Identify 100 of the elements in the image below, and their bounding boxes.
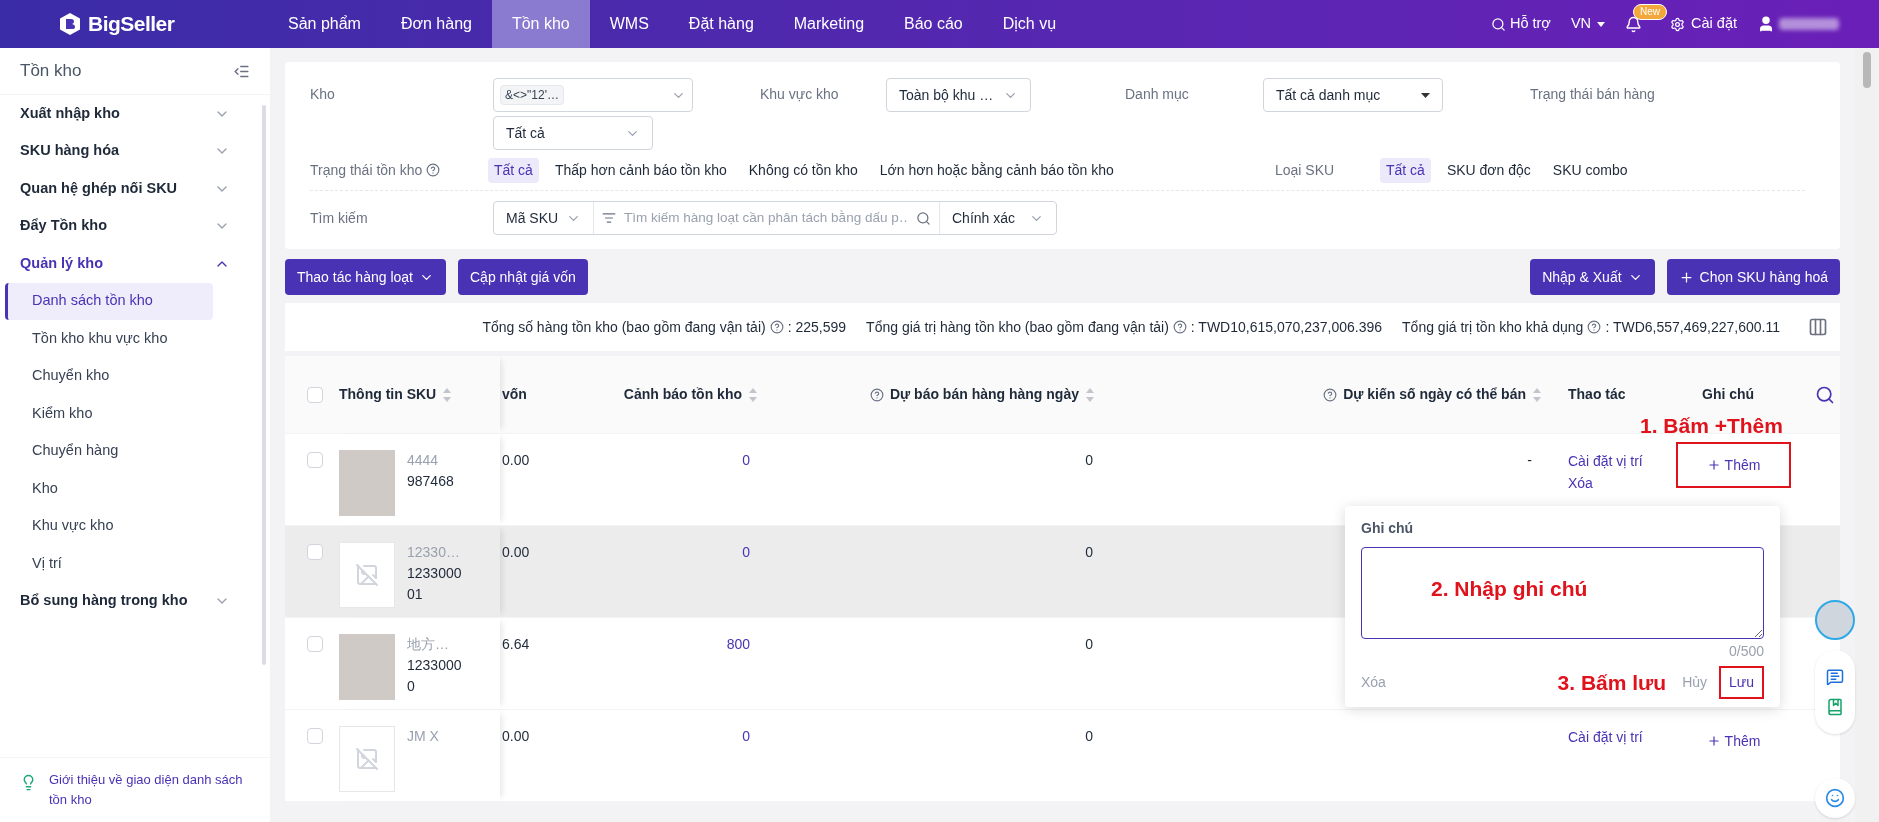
- category-select[interactable]: Tất cả danh mục: [1263, 78, 1443, 112]
- save-button[interactable]: Lưu: [1729, 672, 1754, 693]
- search-icon[interactable]: [1815, 384, 1835, 405]
- checkbox[interactable]: [307, 452, 323, 468]
- forecast-value: 0: [1085, 635, 1093, 654]
- sidebar-item[interactable]: Kho: [5, 470, 213, 508]
- column-header: Dự báo bán hàng hàng ngày: [889, 385, 1079, 404]
- notification-bell-icon[interactable]: [1625, 15, 1643, 33]
- filter-label: Loại SKU: [1275, 160, 1336, 180]
- plus-icon: [1706, 734, 1721, 748]
- settings-button[interactable]: Cài đặt: [1670, 13, 1737, 35]
- toolbar-button[interactable]: Thao tác hàng loạt: [285, 259, 446, 295]
- nav-tab[interactable]: Đơn hàng: [380, 0, 492, 48]
- new-badge: New: [1633, 3, 1668, 20]
- filter-label: Trạng thái bán hàng: [1530, 85, 1655, 104]
- settings-icon: [1670, 16, 1686, 32]
- sidebar-group[interactable]: Xuất nhập kho: [0, 95, 250, 133]
- warehouse-select[interactable]: &<>"12'…: [493, 78, 693, 112]
- note-input[interactable]: [1361, 547, 1764, 639]
- zone-select[interactable]: Toàn bộ khu …: [886, 78, 1031, 112]
- help-icon[interactable]: [1323, 387, 1338, 402]
- user-icon[interactable]: [1757, 15, 1775, 33]
- sidebar-group[interactable]: Bổ sung hàng trong kho: [0, 582, 250, 620]
- nav-tab[interactable]: Sản phẩm: [268, 0, 381, 48]
- sidebar-item[interactable]: Danh sách tồn kho: [5, 282, 213, 320]
- smile-icon: [1825, 788, 1845, 808]
- sidebar-item[interactable]: Tồn kho khu vực kho: [5, 320, 213, 358]
- checkbox[interactable]: [307, 728, 323, 744]
- annotation-text: 1. Bấm +Thêm: [1640, 413, 1783, 439]
- toolbar-button[interactable]: Cập nhật giá vốn: [458, 259, 588, 295]
- sku-code: 123300001: [407, 564, 463, 604]
- add-note-button[interactable]: Thêm: [1706, 454, 1761, 476]
- stock-warning-link[interactable]: 0: [742, 726, 750, 747]
- filter-option[interactable]: SKU đơn độc: [1440, 157, 1537, 183]
- filter-option[interactable]: Không có tồn kho: [742, 157, 864, 183]
- filter-option[interactable]: Lớn hơn hoặc bằng cảnh báo tồn kho: [873, 157, 1120, 183]
- stock-warning-link[interactable]: 0: [742, 450, 750, 471]
- character-counter: 0/500: [1727, 642, 1764, 661]
- filter-label: Kho: [310, 85, 336, 104]
- nav-tab[interactable]: Tồn kho: [491, 0, 590, 48]
- support-avatar[interactable]: [1815, 600, 1855, 640]
- nav-tab[interactable]: Báo cáo: [884, 0, 983, 48]
- help-icon[interactable]: [426, 163, 441, 177]
- stat-value: : 225,599: [787, 317, 847, 337]
- language-selector[interactable]: VN: [1570, 13, 1606, 35]
- help-icon[interactable]: [1587, 320, 1602, 334]
- page-scrollbar[interactable]: [1855, 48, 1879, 822]
- book-icon[interactable]: [1826, 698, 1844, 716]
- nav-tab[interactable]: WMS: [589, 0, 669, 48]
- warehouse-sub-select[interactable]: Tất cả: [493, 116, 653, 150]
- columns-icon[interactable]: [1808, 317, 1828, 337]
- filter-option[interactable]: Tất cả: [488, 157, 539, 183]
- sku-code: 987468: [407, 472, 455, 491]
- photo-placeholder: [339, 634, 395, 700]
- nav-tab[interactable]: Đặt hàng: [668, 0, 774, 48]
- help-icon[interactable]: [1172, 320, 1187, 334]
- checkbox[interactable]: [307, 544, 323, 560]
- add-note-button[interactable]: Thêm: [1706, 730, 1761, 752]
- guide-link[interactable]: Giới thiệu về giao diện danh sách tồn kho: [45, 770, 250, 810]
- support-button[interactable]: Hỗ trợ: [1490, 13, 1551, 35]
- sidebar-item[interactable]: Kiểm kho: [5, 395, 213, 433]
- filter-label: Khu vực kho: [760, 85, 840, 104]
- plus-icon: [1706, 458, 1721, 472]
- help-icon[interactable]: [769, 320, 784, 334]
- sidebar-group[interactable]: Quản lý kho: [0, 245, 250, 283]
- filter-option[interactable]: Thấp hơn cảnh báo tồn kho: [548, 157, 733, 183]
- checkbox[interactable]: [307, 386, 323, 403]
- forecast-value: 0: [1085, 727, 1093, 746]
- sidebar-scrollbar[interactable]: [262, 105, 266, 665]
- sidebar-item[interactable]: Chuyển hàng: [5, 432, 213, 470]
- popover-title: Ghi chú: [1361, 519, 1415, 538]
- feedback-button[interactable]: [1815, 778, 1855, 818]
- nav-tab[interactable]: Marketing: [773, 0, 885, 48]
- checkbox[interactable]: [307, 636, 323, 652]
- action-link[interactable]: Cài đặt vị trí: [1568, 726, 1643, 748]
- toolbar-button[interactable]: Chọn SKU hàng hoá: [1666, 259, 1840, 295]
- filter-option[interactable]: Tất cả: [1380, 157, 1431, 183]
- sidebar-group[interactable]: SKU hàng hóa: [0, 132, 250, 170]
- days-sellable-value: -: [1527, 451, 1532, 470]
- toolbar-button[interactable]: Nhập & Xuất: [1530, 259, 1655, 295]
- filter-label: Tìm kiếm: [310, 208, 369, 228]
- sidebar-item[interactable]: Chuyển kho: [5, 357, 213, 395]
- filter-option[interactable]: SKU combo: [1546, 157, 1634, 183]
- logo-icon: [58, 12, 82, 36]
- sidebar-group[interactable]: Quan hệ ghép nối SKU: [0, 170, 250, 208]
- sidebar-item[interactable]: Khu vực kho: [5, 507, 213, 545]
- action-link[interactable]: Xóa: [1568, 472, 1593, 494]
- annotation-text: 2. Nhập ghi chú: [1431, 576, 1588, 602]
- sidebar-title: Tồn kho: [20, 60, 82, 83]
- action-link[interactable]: Cài đặt vị trí: [1568, 450, 1643, 472]
- help-icon[interactable]: [869, 387, 884, 402]
- cost-value: 0.00: [502, 452, 530, 468]
- sidebar-group[interactable]: Đẩy Tồn kho: [0, 207, 250, 245]
- nav-tab[interactable]: Dịch vụ: [982, 0, 1077, 48]
- chat-icon[interactable]: [1826, 668, 1844, 686]
- stock-warning-link[interactable]: 0: [742, 542, 750, 563]
- cost-value: 0.00: [502, 544, 530, 560]
- sidebar-item[interactable]: Vị trí: [5, 545, 213, 583]
- redacted-name: [1779, 18, 1839, 30]
- stock-warning-link[interactable]: 800: [726, 634, 750, 655]
